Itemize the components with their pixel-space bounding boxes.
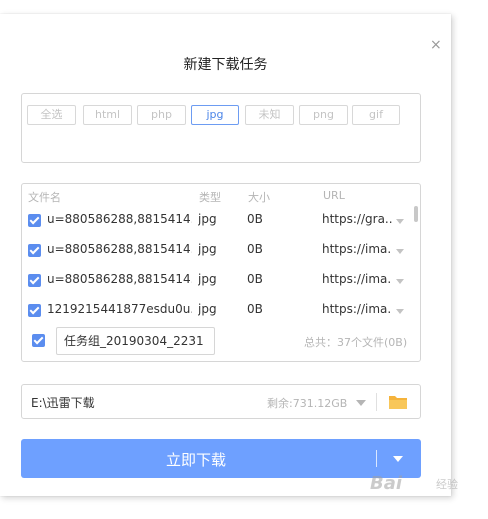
save-path-field[interactable]: E:\迅雷下载 剩余:731.12GB bbox=[21, 384, 421, 419]
filter-chip-html[interactable]: html bbox=[83, 105, 132, 125]
file-url: https://gra... bbox=[322, 212, 392, 226]
divider bbox=[376, 450, 377, 467]
watermark-sub: 经验 bbox=[436, 478, 458, 491]
column-header-url[interactable]: URL bbox=[323, 189, 345, 202]
row-checkbox[interactable] bbox=[28, 214, 41, 227]
filter-chip-php[interactable]: php bbox=[137, 105, 186, 125]
file-row[interactable]: 1219215441877esdu0u... jpg 0B https://im… bbox=[22, 296, 414, 326]
total-files-summary: 总共：37个文件(0B) bbox=[304, 336, 408, 349]
column-header-name[interactable]: 文件名 bbox=[28, 189, 61, 205]
file-type: jpg bbox=[198, 272, 217, 286]
file-size: 0B bbox=[247, 302, 263, 316]
row-checkbox[interactable] bbox=[28, 274, 41, 287]
column-header-type[interactable]: 类型 bbox=[199, 189, 221, 205]
file-size: 0B bbox=[247, 242, 263, 256]
download-now-button[interactable]: 立即下载 bbox=[21, 439, 421, 478]
download-now-label: 立即下载 bbox=[165, 451, 226, 469]
chevron-down-icon[interactable] bbox=[396, 219, 404, 224]
folder-icon[interactable] bbox=[388, 394, 408, 410]
file-url: https://ima... bbox=[322, 302, 392, 316]
file-size: 0B bbox=[247, 272, 263, 286]
file-url: https://ima... bbox=[322, 242, 392, 256]
list-scrollbar[interactable] bbox=[414, 206, 418, 222]
file-size: 0B bbox=[247, 212, 263, 226]
chevron-down-icon[interactable] bbox=[396, 309, 404, 314]
file-row[interactable]: u=880586288,8815414... jpg 0B https://gr… bbox=[22, 206, 414, 236]
row-checkbox[interactable] bbox=[28, 304, 41, 317]
filter-chip-select-all[interactable]: 全选 bbox=[27, 105, 76, 125]
column-header-size[interactable]: 大小 bbox=[248, 189, 270, 205]
file-name: u=880586288,8815414... bbox=[47, 272, 192, 286]
file-row[interactable]: u=880586288,8815414... jpg 0B https://im… bbox=[22, 266, 414, 296]
chevron-down-icon[interactable] bbox=[356, 400, 366, 406]
watermark-logo: Bai bbox=[370, 473, 403, 494]
filter-chip-unknown[interactable]: 未知 bbox=[245, 105, 294, 125]
chevron-down-icon[interactable] bbox=[396, 249, 404, 254]
file-type: jpg bbox=[198, 242, 217, 256]
filter-chip-jpg[interactable]: jpg bbox=[191, 105, 239, 125]
file-url: https://ima... bbox=[322, 272, 392, 286]
file-type-filter: 全选 html php jpg 未知 png gif bbox=[21, 93, 421, 163]
file-row[interactable]: u=880586288,8815414... jpg 0B https://im… bbox=[22, 236, 414, 266]
file-name: 1219215441877esdu0u... bbox=[47, 302, 192, 316]
chevron-down-icon[interactable] bbox=[393, 456, 403, 462]
group-checkbox[interactable] bbox=[32, 334, 45, 347]
file-type: jpg bbox=[198, 212, 217, 226]
file-list: 文件名 类型 大小 URL u=880586288,8815414... jpg… bbox=[21, 183, 421, 362]
save-path-value[interactable]: E:\迅雷下载 bbox=[31, 394, 95, 411]
file-name: u=880586288,8815414... bbox=[47, 212, 192, 226]
divider bbox=[376, 393, 377, 411]
dialog-title: 新建下载任务 bbox=[183, 57, 268, 73]
filter-chip-png[interactable]: png bbox=[299, 105, 348, 125]
row-checkbox[interactable] bbox=[28, 244, 41, 257]
remaining-space: 剩余:731.12GB bbox=[267, 397, 348, 410]
task-group-name-input[interactable]: 任务组_20190304_2231 bbox=[56, 327, 215, 355]
filter-chip-gif[interactable]: gif bbox=[352, 105, 400, 125]
new-download-dialog: × 新建下载任务 全选 html php jpg 未知 png gif 文件名 … bbox=[0, 14, 451, 496]
file-name: u=880586288,8815414... bbox=[47, 242, 192, 256]
chevron-down-icon[interactable] bbox=[396, 279, 404, 284]
file-type: jpg bbox=[198, 302, 217, 316]
close-icon[interactable]: × bbox=[430, 38, 442, 52]
